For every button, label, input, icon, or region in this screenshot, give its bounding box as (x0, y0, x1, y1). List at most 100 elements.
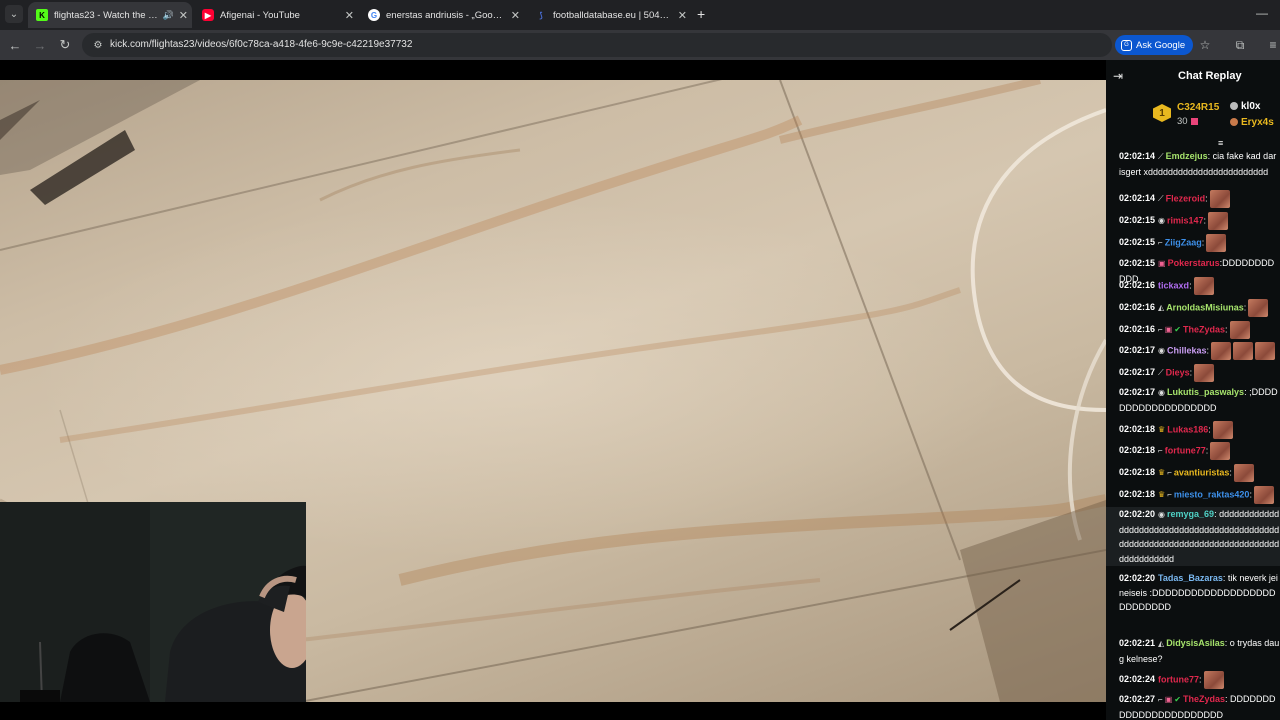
message-timestamp: 02:02:17 (1119, 345, 1156, 356)
gift-badge-icon: ▣ (1158, 259, 1166, 268)
message-username[interactable]: Dieys (1166, 367, 1190, 377)
message-timestamp: 02:02:17 (1119, 387, 1156, 397)
message-username[interactable]: Lukutis_paswalys (1167, 387, 1244, 397)
message-username[interactable]: miesto_raktas420 (1174, 489, 1250, 499)
forward-button[interactable]: → (31, 36, 49, 54)
message-text: : (1189, 367, 1193, 378)
crown-badge-icon: ♛ (1158, 490, 1166, 500)
message-username[interactable]: fortune77 (1158, 674, 1199, 684)
chat-message: 02:02:14 ⟋ Flezeroid: (1106, 190, 1280, 208)
message-timestamp: 02:02:18 (1119, 467, 1156, 478)
message-username[interactable]: Flezeroid (1166, 193, 1206, 203)
extensions-icon[interactable]: ⧉ (1231, 36, 1249, 54)
close-tab-icon[interactable]: ✕ (179, 9, 188, 22)
chat-panel: ⇥ Chat Replay 1 C324R15 30 kl0x Eryx4s ≡… (1106, 60, 1280, 720)
leaderboard-user[interactable]: Eryx4s (1230, 117, 1274, 128)
gift-badge-icon: ▣ (1164, 695, 1173, 704)
speaker-icon[interactable]: 🔊 (163, 10, 174, 21)
minimize-icon[interactable]: — (1256, 6, 1268, 20)
back-button[interactable]: ← (6, 36, 24, 54)
message-username[interactable]: DidysisAsilas (1166, 638, 1225, 648)
pin-icon[interactable]: ≡ (1218, 138, 1223, 148)
ask-google-button[interactable]: G Ask Google (1115, 35, 1194, 55)
message-username[interactable]: Lukas186 (1167, 424, 1208, 434)
message-timestamp: 02:02:18 (1119, 489, 1156, 500)
chat-message: 02:02:16 ⌐ ▣ ✔ TheZydas: (1106, 321, 1280, 339)
emote-image (1229, 321, 1250, 339)
message-text: : (1203, 215, 1207, 226)
message-username[interactable]: Emdzejus (1166, 151, 1208, 161)
close-tab-icon[interactable]: ✕ (511, 9, 520, 22)
ask-google-label: Ask Google (1136, 39, 1186, 51)
message-username[interactable]: ZiigZaag (1165, 237, 1202, 247)
emote-image (1193, 277, 1214, 295)
tab-search-button[interactable]: ⌄ (5, 5, 23, 23)
chat-message: 02:02:14 ⟋ Emdzejus: cia fake kad dar isge… (1106, 149, 1280, 179)
streamer-webcam (0, 502, 306, 702)
eye-badge-icon: ◉ (1158, 346, 1166, 356)
message-username[interactable]: rimis147 (1167, 215, 1204, 225)
gun-badge-icon: ⌐ (1158, 238, 1163, 248)
tab-bar: ⌄ K flightas23 - Watch the VOD 🔊 ✕ ▶ Afi… (0, 0, 1280, 30)
close-tab-icon[interactable]: ✕ (678, 9, 687, 22)
tab-google[interactable]: G enerstas andriusis - „Google“ p ✕ (360, 2, 524, 28)
chat-message: 02:02:15 ⌐ ZiigZaag: (1106, 234, 1280, 252)
message-username[interactable]: TheZydas (1183, 324, 1225, 334)
user-badge-icon (1230, 118, 1238, 127)
chat-message: 02:02:20 Tadas_Bazaras: tik neverk jei ne… (1106, 571, 1280, 615)
message-timestamp: 02:02:16 (1119, 324, 1156, 335)
message-username[interactable]: fortune77 (1165, 445, 1206, 455)
chat-message: 02:02:18 ⌐ fortune77: (1106, 442, 1280, 460)
emote-image (1210, 442, 1231, 460)
address-bar[interactable]: ⚙ kick.com/flightas23/videos/6f0c78ca-a4… (82, 33, 1112, 57)
message-timestamp: 02:02:15 (1119, 258, 1156, 268)
eye-badge-icon: ◉ (1158, 216, 1166, 226)
tab-title: footballdatabase.eu | 504: Gate (553, 9, 671, 21)
new-tab-button[interactable]: + (697, 6, 705, 22)
message-username[interactable]: ArnoldasMisiunas (1166, 302, 1244, 312)
tab-kick[interactable]: K flightas23 - Watch the VOD 🔊 ✕ (28, 2, 192, 28)
leaderboard-user-name: kl0x (1241, 101, 1261, 112)
google-icon: G (368, 9, 380, 21)
chat-message: 02:02:15 ◉ rimis147: (1106, 212, 1280, 230)
chat-message: 02:02:16 tickaxd: (1106, 277, 1280, 295)
tab-title: Afigenai - YouTube (220, 9, 300, 21)
tab-youtube[interactable]: ▶ Afigenai - YouTube ✕ (194, 2, 358, 28)
gift-badge-icon: ▣ (1164, 325, 1173, 335)
message-username[interactable]: Pokerstarus (1168, 258, 1220, 268)
message-timestamp: 02:02:21 (1119, 638, 1156, 648)
chat-message: 02:02:18 ♛ Lukas186: (1106, 421, 1280, 439)
bookmark-star-icon[interactable]: ☆ (1196, 36, 1214, 54)
leaderboard-user[interactable]: kl0x (1230, 101, 1260, 112)
chat-message: 02:02:16 ◭ ArnoldasMisiunas: (1106, 299, 1280, 317)
message-username[interactable]: Chillekas (1167, 345, 1207, 355)
site-settings-icon[interactable]: ⚙ (90, 37, 106, 53)
message-text: : (1201, 237, 1205, 248)
emote-image (1233, 342, 1254, 360)
chat-message: 02:02:21 ◭ DidysisAsilas: o trydas daug ke… (1106, 636, 1280, 666)
tab-footballdatabase[interactable]: ⟆ footballdatabase.eu | 504: Gate ✕ (527, 2, 691, 28)
message-text: : (1229, 467, 1232, 478)
message-text: : (1205, 445, 1209, 456)
emote-image (1255, 342, 1276, 360)
collapse-chat-icon[interactable]: ⇥ (1113, 69, 1123, 83)
hat-badge-icon: ◭ (1158, 639, 1165, 648)
message-timestamp: 02:02:14 (1119, 151, 1156, 161)
leaderboard-user[interactable]: C324R15 (1177, 102, 1219, 113)
message-username[interactable]: Tadas_Bazaras (1158, 573, 1223, 583)
eye-badge-icon: ◉ (1158, 388, 1166, 397)
close-tab-icon[interactable]: ✕ (345, 9, 354, 22)
kick-icon: K (36, 9, 48, 21)
gun-badge-icon: ⌐ (1158, 325, 1163, 335)
emote-image (1194, 364, 1215, 382)
message-username[interactable]: TheZydas (1183, 694, 1225, 704)
message-username[interactable]: avantiuristas (1174, 467, 1230, 477)
gun-badge-icon: ⌐ (1167, 490, 1172, 500)
video-player[interactable] (0, 60, 1106, 720)
chat-message: 02:02:17 ⟋ Dieys: (1106, 364, 1280, 382)
menu-icon[interactable]: ≡ (1264, 36, 1280, 54)
reload-button[interactable]: ↻ (56, 36, 74, 54)
message-username[interactable]: tickaxd (1158, 280, 1189, 290)
message-username[interactable]: remyga_69 (1167, 509, 1214, 519)
message-timestamp: 02:02:18 (1119, 445, 1156, 456)
